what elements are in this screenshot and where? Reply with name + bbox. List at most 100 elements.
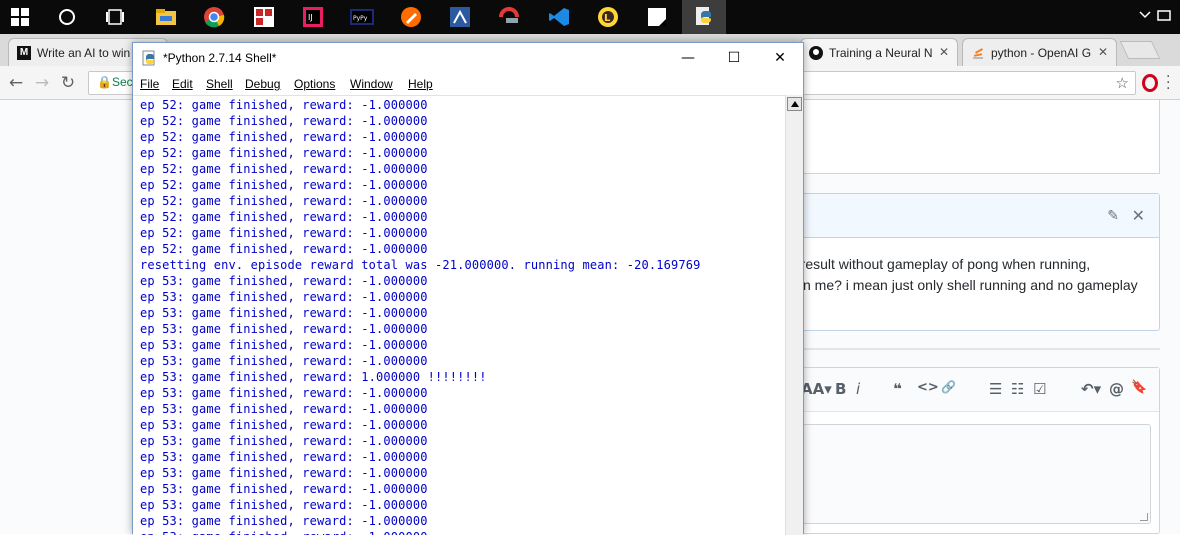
- shell-output-line: ep 53: game finished, reward: -1.000000: [140, 290, 428, 304]
- maximize-button[interactable]: ☐: [711, 43, 757, 73]
- shell-output-line: ep 52: game finished, reward: -1.000000: [140, 226, 428, 240]
- tab-close-icon[interactable]: ✕: [1098, 45, 1108, 59]
- comment-editor: AA▾ B i ❝ <> 🔗 ☰ ☷ ☑ ↶▾ @ 🔖: [780, 367, 1160, 534]
- ccleaner-icon[interactable]: [496, 3, 524, 31]
- notepad-icon[interactable]: [643, 3, 671, 31]
- shell-output-line: ep 52: game finished, reward: -1.000000: [140, 242, 428, 256]
- cortana-icon[interactable]: [53, 3, 81, 31]
- menu-kebab-icon[interactable]: · · ·: [1166, 70, 1170, 96]
- italic-icon[interactable]: i: [856, 380, 860, 398]
- shell-output-line: ep 53: game finished, reward: 1.000000 !…: [140, 370, 487, 384]
- menu-help[interactable]: Help: [408, 77, 433, 91]
- menu-file[interactable]: File: [140, 77, 159, 91]
- back-arrow-icon[interactable]: ←: [6, 73, 26, 93]
- python-idle-icon: [142, 50, 155, 66]
- comment-textarea[interactable]: [795, 424, 1151, 524]
- tab-label: Write an AI to win: [37, 45, 131, 60]
- secure-label: 🔒Sec: [97, 75, 133, 89]
- task-list-icon[interactable]: ☑: [1033, 380, 1046, 398]
- menu-window[interactable]: Window: [350, 77, 393, 91]
- stackoverflow-icon: [973, 47, 983, 59]
- bookmark-star-icon[interactable]: ☆: [1116, 74, 1129, 92]
- comment-line: n me? i mean just only shell running and…: [803, 277, 1138, 293]
- menu-options[interactable]: Options: [294, 77, 335, 91]
- shell-output-line: ep 53: game finished, reward: -1.000000: [140, 466, 428, 480]
- svg-text:PyPy: PyPy: [353, 15, 368, 22]
- link-icon[interactable]: 🔗: [941, 380, 956, 394]
- shell-output-line: ep 53: game finished, reward: -1.000000: [140, 418, 428, 432]
- scroll-up-arrow-icon[interactable]: [787, 97, 802, 111]
- lock-icon: 🔒: [97, 75, 112, 89]
- bookmark-icon[interactable]: 🔖: [1131, 380, 1147, 395]
- intellij-icon[interactable]: IJ: [299, 3, 327, 31]
- python-idle-icon[interactable]: [690, 3, 718, 31]
- tab-label: python - OpenAI G: [991, 45, 1092, 60]
- tab-label: Training a Neural N: [829, 45, 933, 60]
- task-view-icon[interactable]: [101, 3, 129, 31]
- code-icon[interactable]: <>: [917, 380, 939, 395]
- tab-close-icon[interactable]: ✕: [939, 45, 949, 59]
- heading-icon[interactable]: AA▾: [801, 380, 832, 398]
- shell-output-line: ep 53: game finished, reward: -1.000000: [140, 498, 428, 512]
- bullet-list-icon[interactable]: ☰: [989, 380, 1002, 398]
- shell-output-line: ep 52: game finished, reward: -1.000000: [140, 98, 428, 112]
- shell-output-line: ep 53: game finished, reward: -1.000000: [140, 530, 428, 535]
- pen-icon[interactable]: [397, 3, 425, 31]
- svg-text:IJ: IJ: [308, 13, 313, 22]
- menu-shell[interactable]: Shell: [206, 77, 233, 91]
- delete-x-icon[interactable]: ✕: [1132, 206, 1145, 225]
- shell-output-line: ep 52: game finished, reward: -1.000000: [140, 146, 428, 160]
- windows-start-icon[interactable]: [6, 3, 34, 31]
- app-icon[interactable]: [250, 3, 278, 31]
- resize-handle-icon[interactable]: [1140, 513, 1148, 521]
- app2-icon[interactable]: L: [594, 3, 622, 31]
- window-titlebar[interactable]: *Python 2.7.14 Shell* — ☐ ✕: [133, 43, 803, 73]
- shell-output-line: ep 53: game finished, reward: -1.000000: [140, 514, 428, 528]
- shell-output-line: ep 53: game finished, reward: -1.000000: [140, 450, 428, 464]
- shell-output-line: ep 52: game finished, reward: -1.000000: [140, 114, 428, 128]
- comment-card: ✎ ✕ g result without gameplay of pong wh…: [780, 193, 1160, 331]
- shell-output-line: ep 53: game finished, reward: -1.000000: [140, 306, 428, 320]
- shell-output-line: ep 52: game finished, reward: -1.000000: [140, 130, 428, 144]
- file-explorer-icon[interactable]: [152, 3, 180, 31]
- shell-output-line: ep 53: game finished, reward: -1.000000: [140, 338, 428, 352]
- comment-line: g result without gameplay of pong when r…: [789, 256, 1091, 272]
- vertical-scrollbar[interactable]: [785, 95, 803, 535]
- shell-output-line: ep 52: game finished, reward: -1.000000: [140, 178, 428, 192]
- svg-text:L: L: [604, 13, 611, 24]
- windows-taskbar: IJ PyPy L: [0, 0, 1180, 34]
- shell-output-line: ep 52: game finished, reward: -1.000000: [140, 162, 428, 176]
- shell-output-line: ep 53: game finished, reward: -1.000000: [140, 354, 428, 368]
- quote-icon[interactable]: ❝: [893, 380, 902, 398]
- menu-edit[interactable]: Edit: [172, 77, 193, 91]
- comment-body: g result without gameplay of pong when r…: [781, 254, 1159, 296]
- chrome-icon[interactable]: [200, 3, 228, 31]
- vscode-icon[interactable]: [545, 3, 573, 31]
- shell-output-line: ep 53: game finished, reward: -1.000000: [140, 322, 428, 336]
- opera-icon[interactable]: [1142, 74, 1158, 92]
- git-icon[interactable]: [446, 3, 474, 31]
- github-icon: [809, 45, 823, 60]
- close-button[interactable]: ✕: [757, 43, 803, 73]
- shell-output-line: ep 53: game finished, reward: -1.000000: [140, 434, 428, 448]
- shell-output-line: ep 53: game finished, reward: -1.000000: [140, 386, 428, 400]
- timeline-divider: [780, 348, 1160, 350]
- shell-output-line: ep 53: game finished, reward: -1.000000: [140, 482, 428, 496]
- shell-output-line: ep 53: game finished, reward: -1.000000: [140, 402, 428, 416]
- medium-icon: M: [17, 45, 31, 60]
- reply-icon[interactable]: ↶▾: [1081, 380, 1101, 398]
- markdown-toolbar: AA▾ B i ❝ <> 🔗 ☰ ☷ ☑ ↶▾ @ 🔖: [781, 368, 1159, 412]
- tray-chevron[interactable]: [1138, 9, 1172, 26]
- shell-output[interactable]: ep 52: game finished, reward: -1.000000 e…: [133, 95, 785, 535]
- pycharm-icon[interactable]: PyPy: [348, 3, 376, 31]
- edit-pencil-icon[interactable]: ✎: [1107, 208, 1119, 224]
- reload-icon[interactable]: ↻: [58, 73, 78, 93]
- forward-arrow-icon[interactable]: →: [32, 73, 52, 93]
- numbered-list-icon[interactable]: ☷: [1011, 380, 1024, 398]
- tab-stackoverflow[interactable]: python - OpenAI G ✕: [962, 38, 1117, 66]
- minimize-button[interactable]: —: [665, 43, 711, 73]
- bold-icon[interactable]: B: [835, 380, 846, 398]
- mention-icon[interactable]: @: [1109, 380, 1124, 398]
- tab-github[interactable]: Training a Neural N ✕: [800, 38, 958, 66]
- menu-debug[interactable]: Debug: [245, 77, 280, 91]
